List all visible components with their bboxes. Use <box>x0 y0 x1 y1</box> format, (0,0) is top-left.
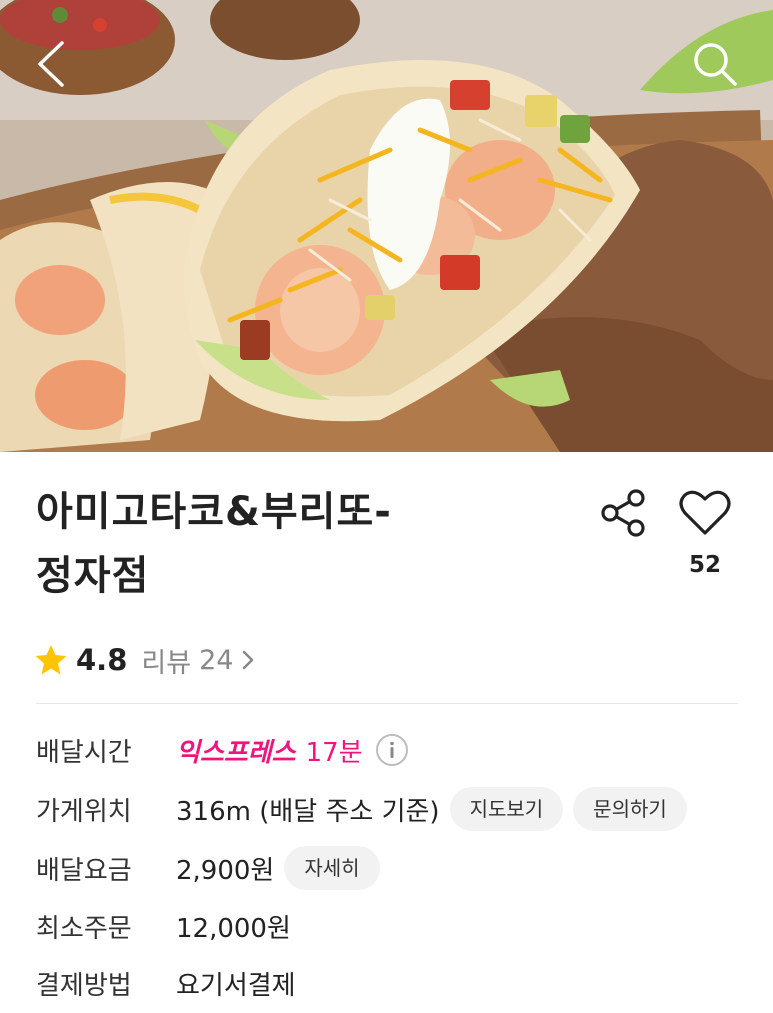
star-icon <box>35 645 67 675</box>
location-row: 가게위치 316m (배달 주소 기준) 지도보기 문의하기 <box>36 786 687 832</box>
review-count: 24 <box>199 644 234 676</box>
map-button[interactable]: 지도보기 <box>449 787 564 831</box>
taco-photo <box>0 0 773 452</box>
delivery-time-value: 익스프레스 17분 <box>176 732 409 769</box>
back-button[interactable] <box>22 34 82 94</box>
location-value: 316m (배달 주소 기준) <box>176 796 440 827</box>
delivery-time-row: 배달시간 익스프레스 17분 <box>36 727 409 773</box>
express-badge: 익스프레스 <box>176 737 296 768</box>
min-order-row: 최소주문 12,000원 <box>36 903 291 949</box>
info-button[interactable] <box>375 733 409 767</box>
min-order-value: 12,000원 <box>176 913 291 944</box>
like-button[interactable] <box>676 486 734 540</box>
info-icon <box>375 734 408 766</box>
payment-row: 결제방법 요기서결제 <box>36 960 296 1006</box>
rating-value: 4.8 <box>76 643 128 677</box>
min-order-label: 최소주문 <box>36 913 132 944</box>
heart-icon <box>679 490 731 535</box>
payment-label: 결제방법 <box>36 970 132 1001</box>
like-count: 52 <box>688 552 721 578</box>
inquiry-button[interactable]: 문의하기 <box>573 787 687 831</box>
back-arrow-icon <box>38 41 64 87</box>
delivery-time-label: 배달시간 <box>36 737 132 768</box>
delivery-fee-value-wrap: 2,900원 자세히 <box>176 846 380 890</box>
share-icon <box>601 489 645 537</box>
delivery-fee-row: 배달요금 2,900원 자세히 <box>36 845 380 891</box>
search-button[interactable] <box>685 34 745 94</box>
payment-value: 요기서결제 <box>176 970 296 1001</box>
store-name-text: 아미고타코&부리또- 정자점 <box>36 489 392 599</box>
review-label: 리뷰 <box>141 647 192 679</box>
search-icon <box>694 43 737 86</box>
chevron-right-icon <box>243 650 254 670</box>
divider <box>36 703 738 704</box>
store-name: 아미고타코&부리또- 정자점 <box>36 480 576 608</box>
delivery-fee-label: 배달요금 <box>36 855 132 886</box>
fee-detail-button[interactable]: 자세히 <box>284 846 380 890</box>
rating-row: 4.8 리뷰 24 <box>34 640 257 680</box>
express-minutes: 17분 <box>305 737 363 768</box>
share-button[interactable] <box>594 486 652 540</box>
hero-image <box>0 0 773 452</box>
location-label: 가게위치 <box>36 796 132 827</box>
review-link[interactable]: 리뷰 24 <box>141 641 257 680</box>
delivery-fee-value: 2,900원 <box>176 855 275 886</box>
location-value-wrap: 316m (배달 주소 기준) 지도보기 문의하기 <box>176 787 687 831</box>
